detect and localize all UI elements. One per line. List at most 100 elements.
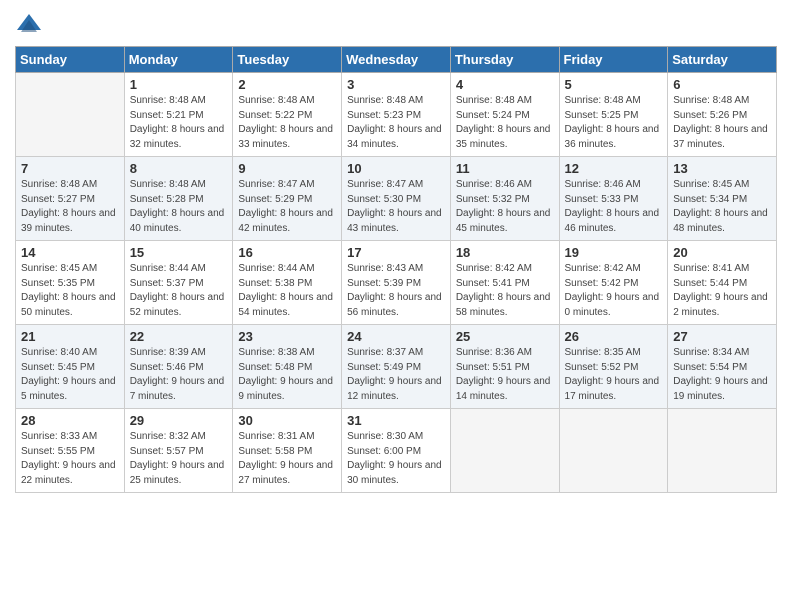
day-number: 16 [238, 245, 336, 260]
calendar-cell: 28 Sunrise: 8:33 AMSunset: 5:55 PMDaylig… [16, 409, 125, 493]
calendar-cell: 7 Sunrise: 8:48 AMSunset: 5:27 PMDayligh… [16, 157, 125, 241]
day-number: 8 [130, 161, 228, 176]
calendar-cell: 25 Sunrise: 8:36 AMSunset: 5:51 PMDaylig… [450, 325, 559, 409]
day-number: 26 [565, 329, 663, 344]
day-number: 31 [347, 413, 445, 428]
day-number: 15 [130, 245, 228, 260]
calendar-cell: 19 Sunrise: 8:42 AMSunset: 5:42 PMDaylig… [559, 241, 668, 325]
week-row-1: 1 Sunrise: 8:48 AMSunset: 5:21 PMDayligh… [16, 73, 777, 157]
day-info: Sunrise: 8:48 AMSunset: 5:21 PMDaylight:… [130, 95, 225, 150]
day-info: Sunrise: 8:47 AMSunset: 5:30 PMDaylight:… [347, 179, 442, 234]
day-info: Sunrise: 8:48 AMSunset: 5:22 PMDaylight:… [238, 95, 333, 150]
calendar-cell [450, 409, 559, 493]
calendar-cell: 8 Sunrise: 8:48 AMSunset: 5:28 PMDayligh… [124, 157, 233, 241]
day-number: 3 [347, 77, 445, 92]
day-info: Sunrise: 8:33 AMSunset: 5:55 PMDaylight:… [21, 431, 116, 486]
day-number: 1 [130, 77, 228, 92]
calendar-cell: 2 Sunrise: 8:48 AMSunset: 5:22 PMDayligh… [233, 73, 342, 157]
day-info: Sunrise: 8:48 AMSunset: 5:24 PMDaylight:… [456, 95, 551, 150]
calendar-cell: 10 Sunrise: 8:47 AMSunset: 5:30 PMDaylig… [342, 157, 451, 241]
day-info: Sunrise: 8:45 AMSunset: 5:34 PMDaylight:… [673, 179, 768, 234]
day-number: 24 [347, 329, 445, 344]
day-info: Sunrise: 8:48 AMSunset: 5:25 PMDaylight:… [565, 95, 660, 150]
calendar-cell: 29 Sunrise: 8:32 AMSunset: 5:57 PMDaylig… [124, 409, 233, 493]
day-number: 14 [21, 245, 119, 260]
day-number: 17 [347, 245, 445, 260]
calendar-cell: 23 Sunrise: 8:38 AMSunset: 5:48 PMDaylig… [233, 325, 342, 409]
calendar-cell: 26 Sunrise: 8:35 AMSunset: 5:52 PMDaylig… [559, 325, 668, 409]
day-number: 6 [673, 77, 771, 92]
calendar-cell: 9 Sunrise: 8:47 AMSunset: 5:29 PMDayligh… [233, 157, 342, 241]
calendar-cell [16, 73, 125, 157]
weekday-header-sunday: Sunday [16, 47, 125, 73]
calendar-cell: 13 Sunrise: 8:45 AMSunset: 5:34 PMDaylig… [668, 157, 777, 241]
day-info: Sunrise: 8:48 AMSunset: 5:27 PMDaylight:… [21, 179, 116, 234]
day-info: Sunrise: 8:46 AMSunset: 5:33 PMDaylight:… [565, 179, 660, 234]
weekday-header-saturday: Saturday [668, 47, 777, 73]
calendar-cell: 15 Sunrise: 8:44 AMSunset: 5:37 PMDaylig… [124, 241, 233, 325]
day-number: 25 [456, 329, 554, 344]
calendar-cell: 22 Sunrise: 8:39 AMSunset: 5:46 PMDaylig… [124, 325, 233, 409]
weekday-header-thursday: Thursday [450, 47, 559, 73]
day-number: 4 [456, 77, 554, 92]
week-row-4: 21 Sunrise: 8:40 AMSunset: 5:45 PMDaylig… [16, 325, 777, 409]
day-info: Sunrise: 8:43 AMSunset: 5:39 PMDaylight:… [347, 263, 442, 318]
calendar-cell: 5 Sunrise: 8:48 AMSunset: 5:25 PMDayligh… [559, 73, 668, 157]
calendar-cell: 11 Sunrise: 8:46 AMSunset: 5:32 PMDaylig… [450, 157, 559, 241]
day-number: 12 [565, 161, 663, 176]
day-info: Sunrise: 8:40 AMSunset: 5:45 PMDaylight:… [21, 347, 116, 402]
day-number: 10 [347, 161, 445, 176]
day-info: Sunrise: 8:35 AMSunset: 5:52 PMDaylight:… [565, 347, 660, 402]
day-number: 22 [130, 329, 228, 344]
week-row-2: 7 Sunrise: 8:48 AMSunset: 5:27 PMDayligh… [16, 157, 777, 241]
calendar-cell: 30 Sunrise: 8:31 AMSunset: 5:58 PMDaylig… [233, 409, 342, 493]
weekday-header-monday: Monday [124, 47, 233, 73]
day-number: 20 [673, 245, 771, 260]
weekday-header-tuesday: Tuesday [233, 47, 342, 73]
weekday-header-friday: Friday [559, 47, 668, 73]
day-number: 2 [238, 77, 336, 92]
day-number: 27 [673, 329, 771, 344]
day-info: Sunrise: 8:39 AMSunset: 5:46 PMDaylight:… [130, 347, 225, 402]
day-number: 21 [21, 329, 119, 344]
day-number: 19 [565, 245, 663, 260]
day-info: Sunrise: 8:42 AMSunset: 5:42 PMDaylight:… [565, 263, 660, 318]
day-number: 18 [456, 245, 554, 260]
week-row-5: 28 Sunrise: 8:33 AMSunset: 5:55 PMDaylig… [16, 409, 777, 493]
day-number: 9 [238, 161, 336, 176]
logo-icon [15, 10, 43, 38]
calendar-cell: 24 Sunrise: 8:37 AMSunset: 5:49 PMDaylig… [342, 325, 451, 409]
day-info: Sunrise: 8:34 AMSunset: 5:54 PMDaylight:… [673, 347, 768, 402]
day-number: 11 [456, 161, 554, 176]
day-info: Sunrise: 8:47 AMSunset: 5:29 PMDaylight:… [238, 179, 333, 234]
day-info: Sunrise: 8:37 AMSunset: 5:49 PMDaylight:… [347, 347, 442, 402]
weekday-header-row: SundayMondayTuesdayWednesdayThursdayFrid… [16, 47, 777, 73]
day-info: Sunrise: 8:44 AMSunset: 5:37 PMDaylight:… [130, 263, 225, 318]
calendar-cell: 14 Sunrise: 8:45 AMSunset: 5:35 PMDaylig… [16, 241, 125, 325]
calendar-cell: 3 Sunrise: 8:48 AMSunset: 5:23 PMDayligh… [342, 73, 451, 157]
calendar-cell: 17 Sunrise: 8:43 AMSunset: 5:39 PMDaylig… [342, 241, 451, 325]
week-row-3: 14 Sunrise: 8:45 AMSunset: 5:35 PMDaylig… [16, 241, 777, 325]
day-number: 28 [21, 413, 119, 428]
day-info: Sunrise: 8:41 AMSunset: 5:44 PMDaylight:… [673, 263, 768, 318]
calendar-cell: 6 Sunrise: 8:48 AMSunset: 5:26 PMDayligh… [668, 73, 777, 157]
calendar-cell: 21 Sunrise: 8:40 AMSunset: 5:45 PMDaylig… [16, 325, 125, 409]
calendar-cell [559, 409, 668, 493]
calendar-cell: 4 Sunrise: 8:48 AMSunset: 5:24 PMDayligh… [450, 73, 559, 157]
calendar-cell: 12 Sunrise: 8:46 AMSunset: 5:33 PMDaylig… [559, 157, 668, 241]
day-info: Sunrise: 8:42 AMSunset: 5:41 PMDaylight:… [456, 263, 551, 318]
calendar-cell: 16 Sunrise: 8:44 AMSunset: 5:38 PMDaylig… [233, 241, 342, 325]
day-number: 7 [21, 161, 119, 176]
day-number: 23 [238, 329, 336, 344]
page: SundayMondayTuesdayWednesdayThursdayFrid… [0, 0, 792, 612]
calendar-cell: 1 Sunrise: 8:48 AMSunset: 5:21 PMDayligh… [124, 73, 233, 157]
calendar-table: SundayMondayTuesdayWednesdayThursdayFrid… [15, 46, 777, 493]
calendar-cell: 31 Sunrise: 8:30 AMSunset: 6:00 PMDaylig… [342, 409, 451, 493]
day-info: Sunrise: 8:32 AMSunset: 5:57 PMDaylight:… [130, 431, 225, 486]
day-number: 29 [130, 413, 228, 428]
day-info: Sunrise: 8:30 AMSunset: 6:00 PMDaylight:… [347, 431, 442, 486]
calendar-cell: 20 Sunrise: 8:41 AMSunset: 5:44 PMDaylig… [668, 241, 777, 325]
calendar-cell [668, 409, 777, 493]
header [15, 10, 777, 38]
day-info: Sunrise: 8:48 AMSunset: 5:28 PMDaylight:… [130, 179, 225, 234]
